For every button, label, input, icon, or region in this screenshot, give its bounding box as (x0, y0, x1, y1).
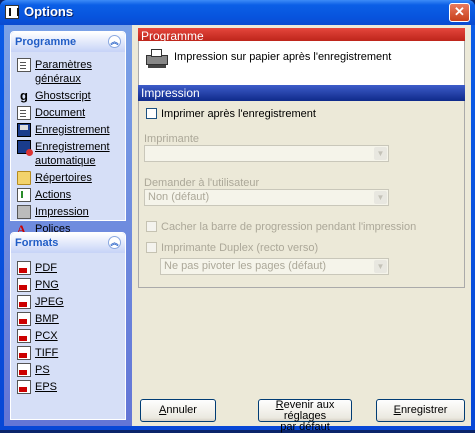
sidebar-item-label: Actions (35, 189, 72, 201)
sidebar-item-label: Impression (35, 206, 89, 218)
app-icon (5, 5, 19, 19)
format-item-label: EPS (35, 381, 58, 393)
sidebar-item-enregistrement-automatique[interactable]: Enregistrement automatique (11, 138, 125, 169)
actions-icon (17, 188, 31, 202)
format-item-tiff[interactable]: TIFF (11, 344, 125, 361)
tiff-file-icon (17, 346, 31, 360)
reset-defaults-button[interactable]: Revenir aux réglages par défaut (258, 399, 352, 433)
document-icon (17, 106, 31, 120)
pdf-file-icon (17, 261, 31, 275)
window-title: Options (24, 4, 74, 19)
sidebar-item-label: Document (35, 107, 86, 119)
sidebar-item-label: Paramètres généraux (35, 59, 92, 85)
duplex-select-value: Ne pas pivoter les pages (défaut) (164, 260, 327, 272)
impression-header: Impression (138, 85, 465, 101)
save-button-label: Enregistrer (393, 404, 448, 416)
format-item-label: PS (35, 364, 50, 376)
folder-icon (17, 171, 31, 185)
duplex-label: Imprimante Duplex (recto verso) (161, 242, 319, 254)
formats-list: PDF PNG JPEG BMP PCX TIFF PS EPS (11, 253, 125, 395)
sidebar-item-repertoires[interactable]: Répertoires (11, 169, 125, 186)
sidebar-item-actions[interactable]: Actions (11, 186, 125, 203)
format-item-label: PCX (35, 330, 58, 342)
duplex-checkbox[interactable] (146, 242, 157, 253)
cancel-button-label: Annuler (159, 404, 197, 416)
sidebar-item-parametres-generaux[interactable]: Paramètres généraux (11, 56, 125, 87)
programme-description: Impression sur papier après l'enregistre… (174, 51, 392, 63)
programme-list: Paramètres généraux g Ghostscript Docume… (11, 52, 125, 237)
jpeg-file-icon (17, 295, 31, 309)
print-after-save-checkbox[interactable] (146, 108, 157, 119)
png-file-icon (17, 278, 31, 292)
autosave-icon (17, 140, 33, 156)
programme-panel-header[interactable]: Programme ︽ (11, 32, 125, 52)
format-item-label: BMP (35, 313, 59, 325)
format-item-ps[interactable]: PS (11, 361, 125, 378)
reset-button-line1: Revenir aux réglages (275, 399, 335, 422)
sidebar-item-ghostscript[interactable]: g Ghostscript (11, 87, 125, 104)
bmp-file-icon (17, 312, 31, 326)
sidebar-item-impression[interactable]: Impression (11, 203, 125, 220)
format-item-label: PDF (35, 262, 57, 274)
window-client: Programme ︽ Paramètres généraux g Ghosts… (4, 25, 471, 433)
printer-label: Imprimante (144, 133, 200, 145)
ghostscript-icon: g (20, 88, 28, 103)
close-icon: ✕ (454, 4, 465, 19)
chevron-down-icon: ▼ (374, 147, 387, 160)
ask-user-select-value: Non (défaut) (148, 191, 210, 203)
options-window: Options ✕ Programme ︽ Paramètres générau… (0, 0, 475, 433)
format-item-jpeg[interactable]: JPEG (11, 293, 125, 310)
collapse-icon[interactable]: ︽ (108, 35, 121, 48)
duplex-select[interactable]: Ne pas pivoter les pages (défaut) ▼ (160, 258, 389, 275)
printer-icon (146, 49, 168, 68)
printer-select[interactable]: ▼ (144, 145, 389, 162)
format-item-bmp[interactable]: BMP (11, 310, 125, 327)
sidebar-item-enregistrement[interactable]: Enregistrement (11, 121, 125, 138)
format-item-png[interactable]: PNG (11, 276, 125, 293)
close-button[interactable]: ✕ (449, 3, 470, 22)
formats-panel: Formats ︽ PDF PNG JPEG BMP PCX TIFF PS E… (10, 232, 126, 420)
eps-file-icon (17, 380, 31, 394)
ps-file-icon (17, 363, 31, 377)
sidebar-item-label: Répertoires (35, 172, 92, 184)
content-area: Programme Impression sur papier après l'… (136, 25, 467, 433)
format-item-label: JPEG (35, 296, 64, 308)
format-item-label: PNG (35, 279, 59, 291)
programme-panel-title: Programme (15, 36, 77, 48)
sidebar-item-document[interactable]: Document (11, 104, 125, 121)
formats-panel-header[interactable]: Formats ︽ (11, 233, 125, 253)
cancel-button[interactable]: Annuler (140, 399, 216, 422)
collapse-icon[interactable]: ︽ (108, 236, 121, 249)
sidebar-item-label: Enregistrement (35, 124, 110, 136)
ask-user-select[interactable]: Non (défaut) ▼ (144, 189, 389, 206)
sidebar: Programme ︽ Paramètres généraux g Ghosts… (4, 25, 132, 426)
title-bar[interactable]: Options ✕ (0, 0, 475, 25)
document-icon (17, 58, 31, 72)
sidebar-item-label: Enregistrement automatique (35, 141, 110, 167)
formats-panel-title: Formats (15, 237, 59, 249)
format-item-label: TIFF (35, 347, 59, 359)
save-button[interactable]: Enregistrer (376, 399, 465, 422)
hide-progress-checkbox[interactable] (146, 221, 157, 232)
programme-panel: Programme ︽ Paramètres généraux g Ghosts… (10, 31, 126, 236)
reset-button-line2: par défaut (280, 421, 330, 433)
sidebar-item-label: Ghostscript (35, 90, 91, 102)
chevron-down-icon: ▼ (374, 260, 387, 273)
chevron-down-icon: ▼ (374, 191, 387, 204)
format-item-eps[interactable]: EPS (11, 378, 125, 395)
programme-description-box: Impression sur papier après l'enregistre… (138, 41, 465, 89)
format-item-pcx[interactable]: PCX (11, 327, 125, 344)
save-icon (17, 123, 31, 137)
pcx-file-icon (17, 329, 31, 343)
print-after-save-label: Imprimer après l'enregistrement (161, 108, 316, 120)
hide-progress-label: Cacher la barre de progression pendant l… (161, 221, 417, 233)
printer-icon (17, 205, 31, 219)
ask-user-label: Demander à l'utilisateur (144, 177, 260, 189)
format-item-pdf[interactable]: PDF (11, 259, 125, 276)
